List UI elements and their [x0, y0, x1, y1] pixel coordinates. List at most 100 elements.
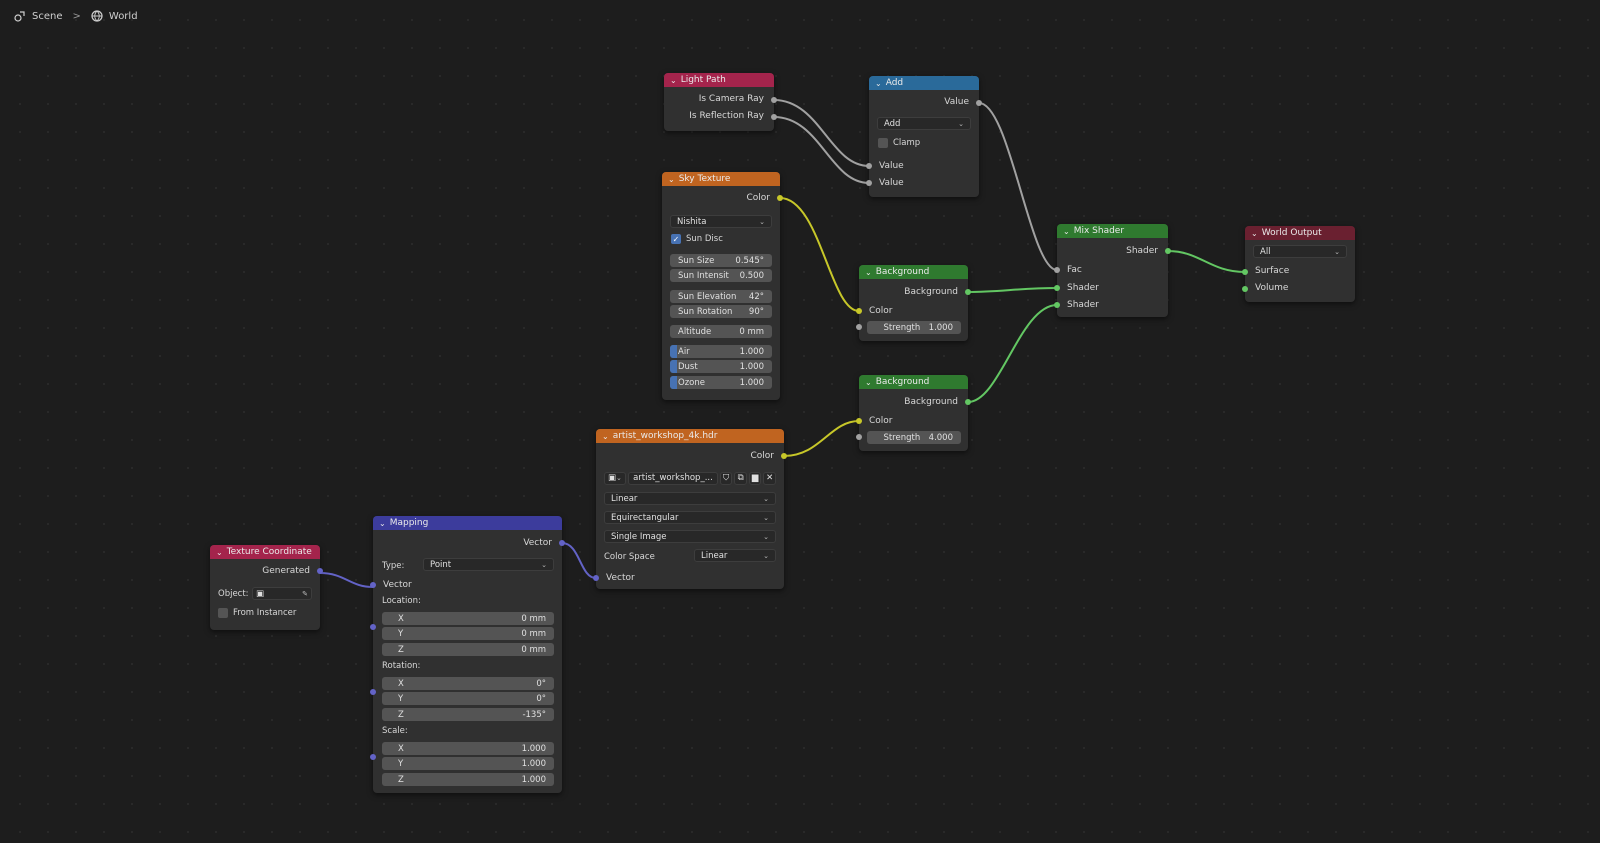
output-socket[interactable] [559, 540, 565, 546]
input-socket[interactable] [370, 754, 376, 760]
node-header[interactable]: ⌄ Sky Texture [662, 172, 780, 186]
object-field[interactable]: ▣ ✎ [252, 587, 312, 600]
input-socket[interactable] [593, 575, 599, 581]
node-mix-shader[interactable]: ⌄ Mix Shader Shader Fac Shader Shader [1054, 224, 1171, 317]
checkbox-box[interactable] [878, 138, 888, 148]
node-header[interactable]: ⌄ Light Path [664, 73, 774, 87]
chevron-down-icon[interactable]: ⌄ [865, 378, 872, 387]
chevron-down-icon[interactable]: ⌄ [216, 548, 223, 557]
node-background-1[interactable]: ⌄ Background Background Color Strength 1.0… [856, 265, 971, 341]
rotation-z-field[interactable]: Z -135° [382, 708, 554, 721]
scale-y-field[interactable]: Y 1.000 [382, 757, 554, 770]
input-socket[interactable] [856, 434, 862, 440]
node-background-2[interactable]: ⌄ Background Background Color Strength 4.0… [856, 375, 971, 451]
output-socket[interactable] [1165, 248, 1171, 254]
image-name-field[interactable]: artist_workshop_... [628, 471, 718, 485]
clamp-checkbox[interactable]: Clamp [878, 138, 920, 148]
input-socket[interactable] [1242, 269, 1248, 275]
ozone-slider[interactable]: Ozone 1.000 [670, 376, 772, 389]
input-socket[interactable] [1054, 302, 1060, 308]
sun-elevation-field[interactable]: Sun Elevation 42° [670, 290, 772, 303]
location-x-field[interactable]: X 0 mm [382, 612, 554, 625]
field-value: 0 mm [521, 628, 546, 639]
node-world-output[interactable]: ⌄ World Output All ⌄ Surface Volume [1242, 226, 1355, 302]
sun-disc-checkbox[interactable]: ✓ Sun Disc [671, 234, 723, 244]
node-mapping[interactable]: ⌄ Mapping Vector Type: Point ⌄ Vector Loca… [370, 516, 565, 793]
output-socket[interactable] [976, 100, 982, 106]
node-header[interactable]: ⌄ Mix Shader [1057, 224, 1168, 238]
node-add[interactable]: ⌄ Add Value Add ⌄ Clamp Value Value [866, 76, 982, 197]
unlink-image-button[interactable]: ✕ [763, 471, 776, 485]
node-header[interactable]: ⌄ Background [859, 265, 968, 279]
projection-dropdown[interactable]: Equirectangular ⌄ [604, 511, 776, 524]
image-browse-button[interactable]: ▣ ⌄ [604, 471, 627, 485]
chevron-down-icon[interactable]: ⌄ [670, 76, 677, 85]
chevron-down-icon[interactable]: ⌄ [602, 432, 609, 441]
scale-x-field[interactable]: X 1.000 [382, 742, 554, 755]
input-socket[interactable] [866, 180, 872, 186]
interpolation-dropdown[interactable]: Linear ⌄ [604, 492, 776, 505]
strength-field[interactable]: Strength 4.000 [867, 431, 961, 444]
node-header[interactable]: ⌄ Background [859, 375, 968, 389]
output-socket[interactable] [771, 114, 777, 120]
node-light-path[interactable]: ⌄ Light Path Is Camera Ray Is Reflection … [664, 73, 777, 131]
color-space-dropdown[interactable]: Linear ⌄ [694, 549, 776, 562]
rotation-y-field[interactable]: Y 0° [382, 692, 554, 705]
checkbox-box[interactable] [218, 608, 228, 618]
output-socket[interactable] [965, 289, 971, 295]
output-socket[interactable] [777, 195, 783, 201]
node-environment-texture[interactable]: ⌄ artist_workshop_4k.hdr Color ▣ ⌄ artist_… [593, 429, 787, 589]
fake-user-button[interactable]: ⛉ [719, 471, 733, 485]
chevron-down-icon[interactable]: ⌄ [1251, 229, 1258, 238]
mapping-type-dropdown[interactable]: Point ⌄ [423, 558, 554, 571]
sun-size-field[interactable]: Sun Size 0.545° [670, 254, 772, 267]
input-socket[interactable] [856, 308, 862, 314]
output-socket[interactable] [317, 568, 323, 574]
output-socket[interactable] [781, 453, 787, 459]
from-instancer-checkbox[interactable]: From Instancer [218, 608, 296, 618]
air-slider[interactable]: Air 1.000 [670, 345, 772, 358]
chevron-down-icon[interactable]: ⌄ [1063, 227, 1070, 236]
chevron-down-icon[interactable]: ⌄ [865, 268, 872, 277]
strength-field[interactable]: Strength 1.000 [867, 321, 961, 334]
sky-type-dropdown[interactable]: Nishita ⌄ [670, 215, 772, 228]
dust-slider[interactable]: Dust 1.000 [670, 360, 772, 373]
output-socket[interactable] [771, 97, 777, 103]
node-header[interactable]: ⌄ World Output [1245, 226, 1355, 240]
input-socket[interactable] [370, 689, 376, 695]
chevron-down-icon[interactable]: ⌄ [875, 79, 882, 88]
input-socket[interactable] [856, 418, 862, 424]
rotation-x-field[interactable]: X 0° [382, 677, 554, 690]
field-value: 1.000 [739, 346, 764, 357]
eyedropper-icon[interactable]: ✎ [302, 590, 308, 598]
node-texture-coordinate[interactable]: ⌄ Texture Coordinate Generated Object: ▣ … [210, 545, 323, 630]
duplicate-image-button[interactable]: ⧉ [734, 471, 747, 485]
operation-dropdown[interactable]: Add ⌄ [877, 117, 971, 130]
node-header[interactable]: ⌄ artist_workshop_4k.hdr [596, 429, 784, 443]
location-y-field[interactable]: Y 0 mm [382, 627, 554, 640]
input-socket[interactable] [1242, 286, 1248, 292]
chevron-down-icon[interactable]: ⌄ [379, 519, 386, 528]
node-header[interactable]: ⌄ Mapping [373, 516, 562, 530]
target-dropdown[interactable]: All ⌄ [1253, 245, 1347, 258]
input-socket[interactable] [370, 582, 376, 588]
scale-z-field[interactable]: Z 1.000 [382, 773, 554, 786]
open-image-button[interactable]: ▆ [748, 471, 762, 485]
input-socket[interactable] [370, 624, 376, 630]
input-socket[interactable] [1054, 267, 1060, 273]
input-socket[interactable] [866, 163, 872, 169]
sun-rotation-field[interactable]: Sun Rotation 90° [670, 305, 772, 318]
location-z-field[interactable]: Z 0 mm [382, 643, 554, 656]
source-dropdown[interactable]: Single Image ⌄ [604, 530, 776, 543]
chevron-down-icon[interactable]: ⌄ [668, 175, 675, 184]
node-header[interactable]: ⌄ Add [869, 76, 979, 90]
node-sky-texture[interactable]: ⌄ Sky Texture Color Nishita ⌄ ✓ Sun Disc Su… [662, 172, 783, 400]
node-header[interactable]: ⌄ Texture Coordinate [210, 545, 320, 559]
checkmark-icon[interactable]: ✓ [671, 234, 681, 244]
output-socket[interactable] [965, 399, 971, 405]
link-bg1-shader [967, 287, 1058, 293]
altitude-field[interactable]: Altitude 0 mm [670, 325, 772, 338]
input-socket[interactable] [856, 324, 862, 330]
sun-intensity-field[interactable]: Sun Intensit 0.500 [670, 269, 772, 282]
input-socket[interactable] [1054, 285, 1060, 291]
